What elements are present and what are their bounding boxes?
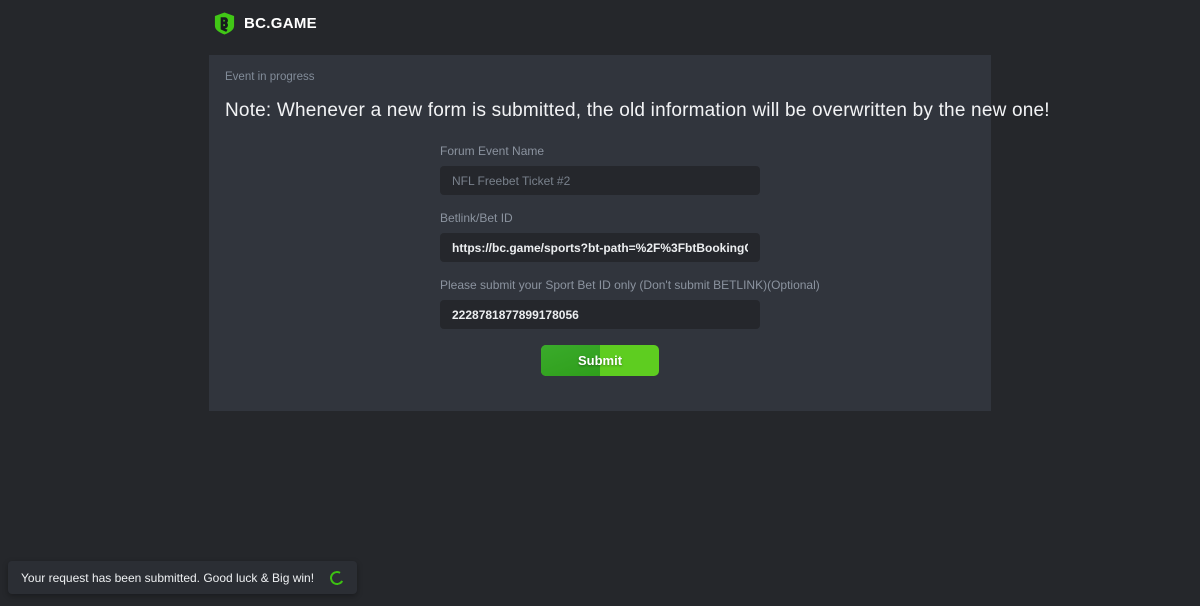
submit-button[interactable]: Submit <box>541 345 659 376</box>
event-panel: Event in progress Note: Whenever a new f… <box>209 55 991 411</box>
bcgame-shield-icon <box>213 12 236 35</box>
submit-row: Submit <box>440 345 760 376</box>
submission-toast: Your request has been submitted. Good lu… <box>8 561 357 594</box>
forum-event-name-input[interactable] <box>440 166 760 195</box>
loading-spinner-icon <box>328 569 345 586</box>
bcgame-logo-text: BC.GAME <box>244 15 317 32</box>
bcgame-logo[interactable]: BC.GAME <box>213 12 317 35</box>
event-form: Forum Event Name Betlink/Bet ID Please s… <box>440 144 760 376</box>
forum-event-name-field: Forum Event Name <box>440 144 760 195</box>
sport-bet-id-input[interactable] <box>440 300 760 329</box>
sport-bet-id-field: Please submit your Sport Bet ID only (Do… <box>440 278 760 329</box>
event-status-text: Event in progress <box>225 71 975 83</box>
betlink-field: Betlink/Bet ID <box>440 211 760 262</box>
betlink-input[interactable] <box>440 233 760 262</box>
header: BC.GAME <box>0 0 1200 46</box>
betlink-label: Betlink/Bet ID <box>440 211 760 225</box>
submission-toast-message: Your request has been submitted. Good lu… <box>21 571 314 585</box>
forum-event-name-label: Forum Event Name <box>440 144 760 158</box>
overwrite-note: Note: Whenever a new form is submitted, … <box>225 100 975 122</box>
submit-button-label: Submit <box>541 345 659 376</box>
sport-bet-id-label: Please submit your Sport Bet ID only (Do… <box>440 278 760 292</box>
